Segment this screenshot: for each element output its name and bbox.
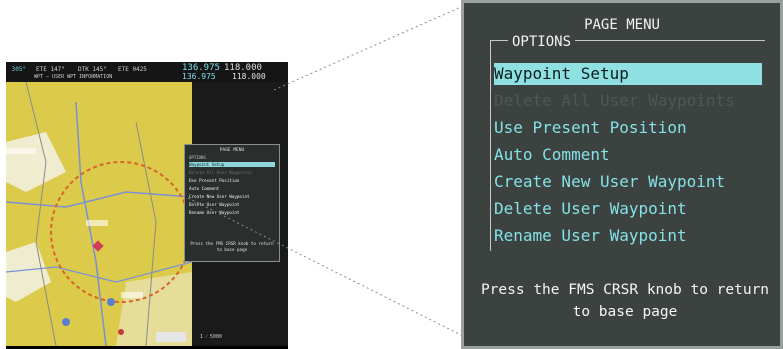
map-terrain-light [6,242,51,302]
mfd-page-title: WPT – USER WPT INFORMATION [34,74,113,80]
com2-standby-freq: 118.000 [232,72,266,81]
map-terrain-light [6,132,66,192]
nav-readout-1: 305° [8,66,27,73]
mini-menu-item[interactable]: Waypoint Setup [189,162,275,167]
map-label [6,148,36,154]
airport-icon [62,318,70,326]
mini-menu-item[interactable]: Delete User Waypoint [189,202,239,207]
map-road [6,191,192,208]
help-text: Press the FMS CRSR knob to return to bas… [480,279,770,323]
com2-active-freq: 136.975 [182,72,216,81]
map-road [25,82,57,346]
nav-readout-2: ETE 147° [36,66,65,73]
menu-item-delete-user-waypoint[interactable]: Delete User Waypoint [494,198,762,220]
options-label: OPTIONS [508,34,576,50]
help-text-line-2: to base page [572,304,678,320]
menu-item-waypoint-setup[interactable]: Waypoint Setup [494,63,762,85]
airport-icon [107,298,115,306]
map-label [86,220,108,226]
mfd-screenshot: 305° ETE 147° DTK 145° ETE 0425 136.975 … [6,62,288,349]
nav-readout-3: DTK 145° [78,66,107,73]
map-label [121,292,143,298]
mini-menu-title: PAGE MENU [219,148,245,153]
mini-menu-item[interactable]: Create New User Waypoint [189,194,250,199]
help-text-line-1: Press the FMS CRSR knob to return [480,282,770,298]
mini-options-label: OPTIONS [189,155,206,160]
menu-item-rename-user-waypoint[interactable]: Rename User Waypoint [494,225,762,247]
mini-menu-item[interactable]: Use Present Position [189,178,239,183]
airport-icon [118,329,124,335]
page-menu-title: PAGE MENU [584,17,660,33]
map-scale-box [156,332,186,342]
nav-readout-4: ETE 0425 [118,66,147,73]
menu-item-delete-all-user-waypoints: Delete All User Waypoints [494,91,735,110]
menu-item-use-present-position[interactable]: Use Present Position [494,117,762,139]
map-graphics [6,82,192,346]
mfd-top-bar: 305° ETE 147° DTK 145° ETE 0425 136.975 … [6,62,288,82]
menu-item-auto-comment[interactable]: Auto Comment [494,144,762,166]
mini-help-text: Press the FMS CRSR knob to return to bas… [190,241,274,252]
mini-menu-item[interactable]: Rename User Waypoint [189,210,239,215]
terrain-map [6,82,192,346]
map-scale-readout: 1 ⁄ 5000 [200,334,222,340]
mini-menu-item[interactable]: Auto Comment [189,186,219,191]
callout-line-top [273,5,464,91]
menu-item-create-new-user-waypoint[interactable]: Create New User Waypoint [494,171,762,193]
page-menu-window: PAGE MENU OPTIONS Waypoint Setup Delete … [461,0,783,349]
mini-page-menu: PAGE MENU OPTIONS Waypoint Setup Delete … [184,144,280,262]
mini-menu-item: Delete All User Waypoints [189,170,253,175]
